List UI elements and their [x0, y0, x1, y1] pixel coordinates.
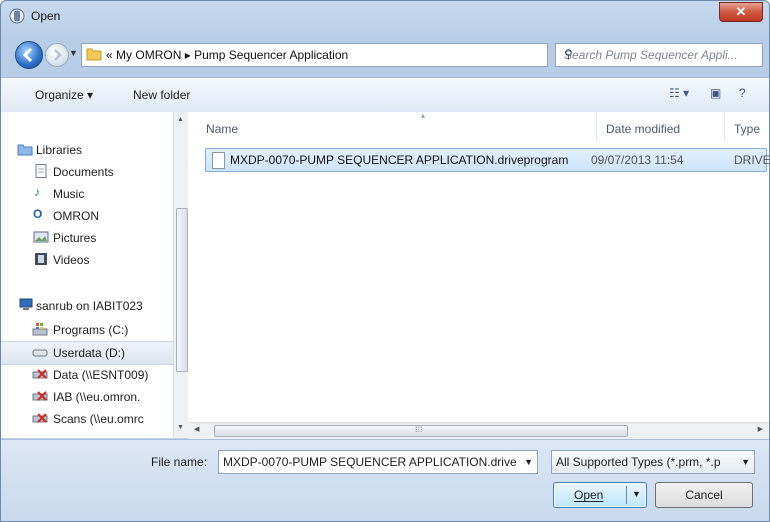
new-folder-button[interactable]: New folder [133, 88, 190, 102]
dialog-footer: File name: MXDP-0070-PUMP SEQUENCER APPL… [1, 439, 769, 521]
forward-button[interactable] [45, 43, 69, 67]
sort-ascending-icon: ▴ [421, 111, 426, 120]
folder-icon [86, 48, 102, 61]
nav-scroll-thumb[interactable] [176, 208, 188, 372]
close-button[interactable]: ✕ [719, 2, 763, 22]
address-bar[interactable]: « My OMRON ▸ Pump Sequencer Application … [81, 43, 615, 67]
nav-label: Programs (C:) [53, 323, 129, 337]
split-divider [626, 486, 627, 504]
system-drive-icon [32, 323, 48, 336]
nav-vertical-scrollbar[interactable]: ▲ ▼ [173, 112, 188, 438]
app-icon [9, 8, 25, 24]
computer-icon [19, 298, 33, 310]
nav-item-omron[interactable]: O OMRON [1, 205, 171, 227]
file-type: DRIVEF [734, 153, 770, 167]
nav-item-pictures[interactable]: Pictures [1, 227, 171, 249]
chevron-down-icon[interactable]: ▼ [741, 457, 750, 467]
file-row[interactable]: MXDP-0070-PUMP SEQUENCER APPLICATION.dri… [205, 148, 770, 172]
nav-label: Scans (\\eu.omrc [53, 412, 144, 426]
nav-item-computer[interactable]: sanrub on IABIT023 [1, 295, 171, 317]
search-icon[interactable]: ⚲ [564, 47, 758, 61]
file-icon [212, 152, 225, 169]
nav-label: OMRON [53, 209, 99, 223]
organize-button[interactable]: Organize ▾ [35, 88, 93, 102]
nav-item-data-network[interactable]: Data (\\ESNT009) [1, 364, 171, 386]
open-button[interactable]: Open ▼ [553, 482, 647, 508]
column-divider[interactable] [596, 112, 597, 142]
back-button[interactable] [15, 41, 43, 69]
disconnected-drive-icon [32, 391, 48, 401]
libraries-icon [17, 144, 33, 156]
open-options-dropdown-icon[interactable]: ▼ [632, 489, 641, 499]
navigation-pane: Libraries Documents ♪ Music O OMRON Pict… [1, 112, 188, 438]
column-header-name[interactable]: Name [206, 122, 238, 136]
title-bar: Open ✕ [1, 1, 769, 31]
nav-label: Music [53, 187, 85, 201]
nav-label: Documents [53, 165, 114, 179]
open-dialog: Open ✕ ▼ « My OMRON ▸ Pump Sequencer App… [0, 0, 770, 522]
scroll-right-icon[interactable]: ▶ [758, 425, 763, 433]
breadcrumb-separator[interactable]: ▸ [185, 48, 191, 62]
nav-item-userdata-d[interactable]: Userdata (D:) [1, 341, 173, 365]
breadcrumb: « My OMRON ▸ Pump Sequencer Application [106, 48, 348, 62]
view-options-icon[interactable]: ☷ ▾ [669, 86, 689, 100]
nav-label: Data (\\ESNT009) [53, 368, 149, 382]
scroll-left-icon[interactable]: ◀ [194, 425, 199, 433]
scroll-down-icon[interactable]: ▼ [177, 424, 184, 431]
nav-label: Videos [53, 253, 90, 267]
disconnected-drive-icon [32, 413, 48, 423]
nav-item-documents[interactable]: Documents [1, 161, 171, 183]
file-name-input[interactable]: MXDP-0070-PUMP SEQUENCER APPLICATION.dri… [218, 450, 538, 474]
forward-arrow-icon [54, 49, 62, 61]
breadcrumb-my-omron[interactable]: My OMRON [116, 48, 181, 62]
file-type-select[interactable]: All Supported Types (*.prm, *.p ▼ [551, 450, 755, 474]
file-name-value: MXDP-0070-PUMP SEQUENCER APPLICATION.dri… [223, 455, 517, 469]
file-date: 09/07/2013 11:54 [591, 153, 684, 167]
documents-icon [35, 164, 47, 178]
column-header-date[interactable]: Date modified [606, 122, 680, 136]
window-title: Open [31, 9, 61, 23]
videos-icon [35, 253, 47, 265]
breadcrumb-pump-sequencer[interactable]: Pump Sequencer Application [194, 48, 348, 62]
close-icon: ✕ [735, 4, 747, 19]
music-icon: ♪ [34, 185, 40, 199]
help-icon[interactable]: ? [739, 86, 746, 100]
file-type-value: All Supported Types (*.prm, *.p [556, 455, 721, 469]
disconnected-drive-icon [32, 369, 48, 379]
cancel-button[interactable]: Cancel [655, 482, 753, 508]
back-arrow-icon [22, 47, 33, 63]
search-input[interactable]: Search Pump Sequencer Appli... ⚲ [555, 43, 763, 67]
nav-label: Pictures [53, 231, 97, 245]
column-divider[interactable] [724, 112, 725, 142]
file-name-label: File name: [151, 455, 208, 469]
preview-pane-icon[interactable]: ▣ [710, 86, 721, 100]
omron-icon: O [33, 207, 43, 221]
nav-item-music[interactable]: ♪ Music [1, 183, 171, 205]
breadcrumb-overflow[interactable]: « [106, 48, 113, 62]
nav-label: IAB (\\eu.omron. [53, 390, 141, 404]
file-horizontal-scrollbar[interactable]: ◀ ⁞⁞⁞ ▶ [188, 422, 769, 439]
file-list: Name ▴ Date modified Type MXDP-0070-PUMP… [188, 111, 770, 422]
command-toolbar: Organize ▾ New folder ☷ ▾ ▣ ? [1, 77, 769, 113]
chevron-down-icon[interactable]: ▼ [524, 457, 533, 467]
grip-icon: ⁞⁞⁞ [415, 424, 423, 434]
nav-item-libraries[interactable]: Libraries [1, 139, 171, 161]
nav-item-iab-network[interactable]: IAB (\\eu.omron. [1, 386, 171, 408]
open-button-label: Open [574, 488, 604, 502]
nav-item-videos[interactable]: Videos [1, 249, 171, 271]
file-scroll-thumb[interactable]: ⁞⁞⁞ [214, 424, 628, 437]
nav-item-scans-network[interactable]: Scans (\\eu.omrc [1, 408, 171, 430]
pictures-icon [33, 231, 49, 243]
scroll-up-icon[interactable]: ▲ [177, 116, 184, 123]
file-name: MXDP-0070-PUMP SEQUENCER APPLICATION.dri… [230, 153, 569, 167]
column-header-type[interactable]: Type [734, 122, 760, 136]
drive-icon [32, 349, 48, 357]
nav-label: sanrub on IABIT023 [36, 299, 143, 313]
recent-locations-button[interactable]: ▼ [69, 48, 79, 58]
nav-label: Userdata (D:) [53, 346, 126, 360]
nav-label: Libraries [36, 143, 83, 157]
nav-item-programs-c[interactable]: Programs (C:) [1, 319, 171, 341]
